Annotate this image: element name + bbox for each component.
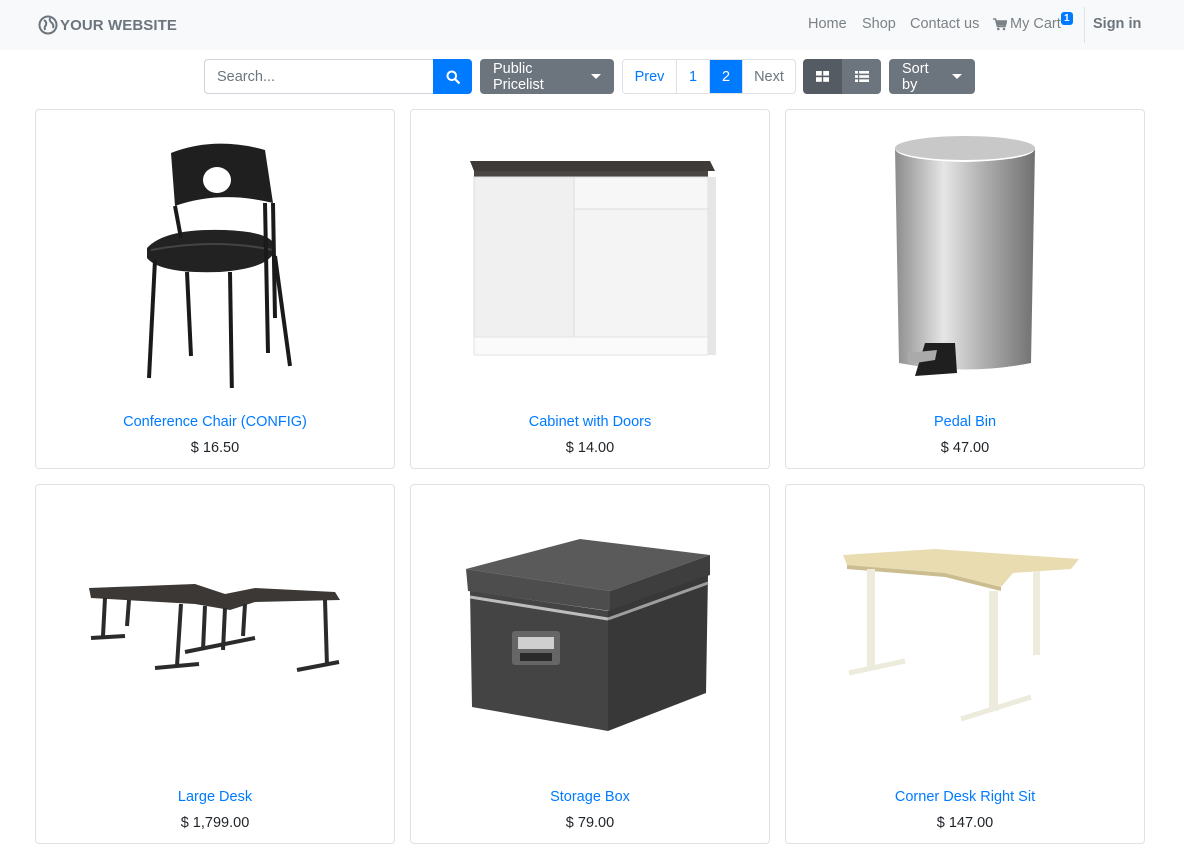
product-card[interactable]: Large Desk $ 1,799.00	[35, 484, 395, 844]
pedal-bin-image[interactable]	[786, 110, 1144, 405]
product-card[interactable]: Conference Chair (CONFIG) $ 16.50	[35, 109, 395, 469]
site-logo[interactable]: YOUR WEBSITE	[38, 13, 177, 37]
pager-next[interactable]: Next	[743, 60, 795, 93]
product-price: $ 1,799.00	[180, 815, 250, 831]
pager-prev[interactable]: Prev	[623, 60, 677, 93]
grid-view-button[interactable]	[803, 59, 842, 94]
site-header: YOUR WEBSITE Home Shop Contact us My Car…	[0, 0, 1184, 50]
globe-icon	[38, 15, 58, 35]
product-card[interactable]: Pedal Bin $ 47.00	[785, 109, 1145, 469]
cart-icon	[993, 17, 1007, 30]
product-name[interactable]: Conference Chair (CONFIG)	[36, 414, 394, 430]
product-card[interactable]: Corner Desk Right Sit $ 147.00	[785, 484, 1145, 844]
sort-dropdown[interactable]: Sort by	[889, 59, 975, 94]
pager-page-2[interactable]: 2	[710, 60, 743, 93]
cabinet-image[interactable]	[411, 110, 769, 405]
storage-box-image[interactable]	[411, 485, 769, 780]
search-icon	[446, 70, 460, 84]
pagination: Prev 1 2 Next	[622, 59, 796, 94]
chair-image[interactable]	[36, 110, 394, 405]
search-input[interactable]	[204, 59, 433, 94]
cart-label: My Cart	[1010, 16, 1061, 32]
sort-label: Sort by	[902, 60, 929, 93]
product-price: $ 16.50	[190, 440, 240, 456]
grid-icon	[816, 71, 829, 82]
list-icon	[854, 71, 869, 82]
product-name[interactable]: Storage Box	[411, 789, 769, 805]
list-view-button[interactable]	[842, 59, 881, 94]
product-price: $ 79.00	[565, 815, 615, 831]
pricelist-dropdown[interactable]: Public Pricelist	[480, 59, 614, 94]
search-button[interactable]	[433, 59, 472, 94]
pricelist-label: Public Pricelist	[493, 60, 544, 93]
nav-divider	[1084, 7, 1085, 43]
pager-page-1[interactable]: 1	[677, 60, 710, 93]
nav-contact-us[interactable]: Contact us	[910, 16, 979, 32]
product-price: $ 14.00	[565, 440, 615, 456]
product-name[interactable]: Pedal Bin	[786, 414, 1144, 430]
nav-sign-in[interactable]: Sign in	[1093, 16, 1141, 32]
product-card[interactable]: Storage Box $ 79.00	[410, 484, 770, 844]
search-form	[204, 59, 472, 94]
product-price: $ 147.00	[936, 815, 994, 831]
view-mode-toggle	[803, 59, 881, 94]
product-name[interactable]: Large Desk	[36, 789, 394, 805]
product-name[interactable]: Corner Desk Right Sit	[786, 789, 1144, 805]
large-desk-image[interactable]	[36, 485, 394, 780]
corner-desk-image[interactable]	[786, 485, 1144, 780]
cart-count-badge: 1	[1061, 12, 1073, 25]
nav-home[interactable]: Home	[808, 16, 847, 32]
product-price: $ 47.00	[940, 440, 990, 456]
chevron-down-icon	[952, 74, 962, 79]
logo-text: YOUR WEBSITE	[60, 16, 178, 34]
nav-my-cart[interactable]: My Cart 1	[993, 12, 1073, 32]
product-card[interactable]: Cabinet with Doors $ 14.00	[410, 109, 770, 469]
nav-shop[interactable]: Shop	[862, 16, 896, 32]
product-name[interactable]: Cabinet with Doors	[411, 414, 769, 430]
chevron-down-icon	[591, 74, 601, 79]
